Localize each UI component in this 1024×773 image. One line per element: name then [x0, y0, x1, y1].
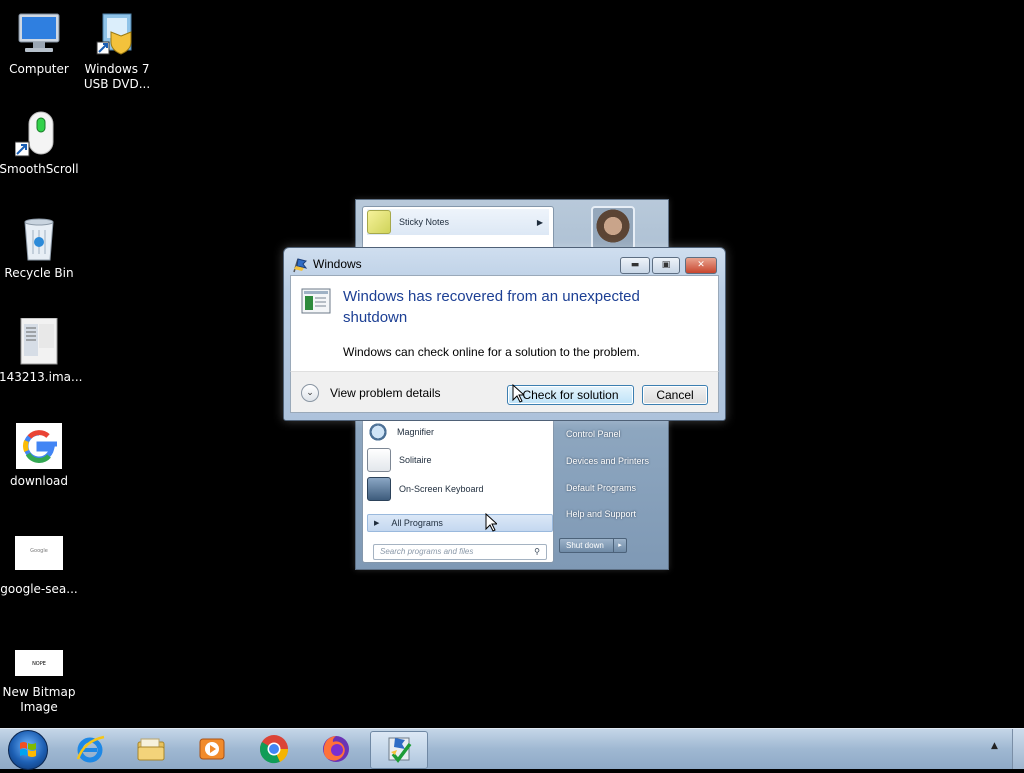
- desktop-icon-recycle-bin[interactable]: Recycle Bin: [0, 214, 79, 281]
- mouse-icon: [14, 110, 63, 158]
- taskbar-problem-reports[interactable]: [370, 731, 428, 769]
- taskbar-internet-explorer[interactable]: [62, 731, 118, 767]
- program-label: On-Screen Keyboard: [399, 484, 484, 494]
- dialog-message: Windows can check online for a solution …: [343, 345, 640, 359]
- taskbar: ▲: [0, 728, 1024, 770]
- solitaire-icon: [367, 448, 391, 472]
- program-label: Magnifier: [397, 427, 435, 437]
- details-toggle-label: View problem details: [330, 386, 441, 400]
- desktop-icon-label: New Bitmap Image: [2, 685, 76, 714]
- magnifier-icon: [367, 421, 389, 443]
- dialog-heading: Windows has recovered from an unexpected…: [343, 288, 640, 326]
- image-thumbnail-icon: [15, 317, 63, 366]
- all-programs-button[interactable]: ▶ All Programs: [367, 514, 553, 532]
- program-item-magnifier[interactable]: Magnifier: [367, 419, 549, 445]
- close-button[interactable]: ✕: [685, 257, 717, 274]
- show-desktop-button[interactable]: [1012, 729, 1024, 769]
- problem-reports-icon: [388, 737, 412, 763]
- windows-logo-icon: [20, 742, 36, 757]
- chrome-icon: [259, 735, 289, 764]
- thumbnail-text: NOPE: [32, 661, 46, 667]
- dialog-body: Windows has recovered from an unexpected…: [290, 275, 719, 372]
- search-placeholder: Search programs and files: [380, 547, 474, 556]
- program-item-on-screen-keyboard[interactable]: On-Screen Keyboard: [367, 476, 549, 502]
- submenu-arrow-icon: ▶: [536, 217, 543, 227]
- keyboard-icon: [367, 477, 391, 501]
- taskbar-firefox[interactable]: [308, 731, 364, 767]
- desktop-icon-new-bitmap[interactable]: NOPE New Bitmap Image: [0, 650, 79, 715]
- internet-explorer-icon: [76, 735, 105, 763]
- desktop-icon-label: Computer: [9, 62, 69, 76]
- usb-dvd-tool-icon: [93, 10, 141, 58]
- image-thumbnail-icon: Google: [15, 536, 63, 570]
- search-icon: ⚲: [534, 547, 540, 556]
- taskbar-chrome[interactable]: [246, 731, 302, 767]
- chevron-down-icon: ⌄: [301, 384, 319, 402]
- shutdown-button[interactable]: Shut down ▸: [559, 538, 627, 553]
- error-report-icon: [301, 288, 331, 314]
- dialog-title: Windows: [313, 257, 362, 271]
- action-center-flag-icon: [292, 257, 308, 273]
- desktop-icon-google-search[interactable]: Google google-sea...: [0, 536, 79, 597]
- computer-icon: [15, 10, 63, 58]
- media-player-icon: [199, 738, 225, 760]
- mouse-cursor-icon: [485, 513, 497, 532]
- desktop-icon-label: 143213.ima...: [0, 370, 83, 384]
- start-search-input[interactable]: Search programs and files ⚲: [373, 544, 547, 560]
- taskbar-media-player[interactable]: [184, 731, 240, 767]
- desktop-icon-win7-usb-dvd[interactable]: Windows 7 USB DVD...: [77, 10, 157, 92]
- check-for-solution-button[interactable]: Check for solution: [507, 385, 634, 405]
- program-item-sticky-notes[interactable]: Sticky Notes ▶: [367, 209, 549, 235]
- program-label: Sticky Notes: [399, 217, 450, 227]
- firefox-icon: [323, 736, 349, 762]
- bitmap-thumbnail-icon: NOPE: [15, 650, 63, 676]
- all-programs-arrow-icon: ▶: [374, 520, 380, 527]
- start-button[interactable]: [8, 730, 48, 770]
- folder-icon: [137, 738, 165, 761]
- minimize-button[interactable]: ▬: [620, 257, 650, 274]
- start-right-devices-printers[interactable]: Devices and Printers: [566, 456, 649, 466]
- desktop-icon-computer[interactable]: Computer: [0, 10, 79, 77]
- shutdown-options-arrow-icon[interactable]: ▸: [613, 539, 626, 552]
- desktop-icon-label: google-sea...: [0, 582, 78, 596]
- view-problem-details-toggle[interactable]: ⌄ View problem details: [301, 384, 441, 402]
- desktop-icon-label: Windows 7 USB DVD...: [83, 62, 151, 91]
- mouse-cursor-icon: [512, 384, 524, 403]
- program-label: Solitaire: [399, 455, 432, 465]
- start-right-control-panel[interactable]: Control Panel: [566, 429, 621, 439]
- taskbar-windows-explorer[interactable]: [123, 731, 179, 767]
- desktop-icon-download[interactable]: download: [0, 422, 79, 489]
- program-item-solitaire[interactable]: Solitaire: [367, 447, 549, 473]
- desktop-icon-143213-image[interactable]: 143213.ima...: [0, 317, 83, 385]
- thumbnail-text: Google: [30, 548, 48, 554]
- shutdown-label: Shut down: [566, 541, 604, 550]
- maximize-button[interactable]: ▣: [652, 257, 680, 274]
- recovery-dialog: Windows ▬ ▣ ✕ Windows has recovered from…: [283, 247, 726, 421]
- start-right-default-programs[interactable]: Default Programs: [566, 483, 636, 493]
- desktop-icon-label: download: [9, 474, 69, 488]
- sticky-notes-icon: [367, 210, 391, 234]
- recycle-bin-icon: [15, 214, 63, 262]
- google-g-icon: [15, 422, 63, 470]
- desktop-icon-label: SmoothScroll: [0, 162, 79, 176]
- cancel-button[interactable]: Cancel: [642, 385, 708, 405]
- show-hidden-icons-button[interactable]: ▲: [991, 741, 998, 751]
- desktop-icon-smoothscroll[interactable]: SmoothScroll: [0, 110, 79, 177]
- dialog-footer: ⌄ View problem details Check for solutio…: [290, 371, 719, 413]
- desktop-icon-label: Recycle Bin: [4, 266, 74, 280]
- user-avatar[interactable]: [591, 206, 635, 250]
- start-right-help-support[interactable]: Help and Support: [566, 509, 636, 519]
- all-programs-label: All Programs: [391, 518, 443, 528]
